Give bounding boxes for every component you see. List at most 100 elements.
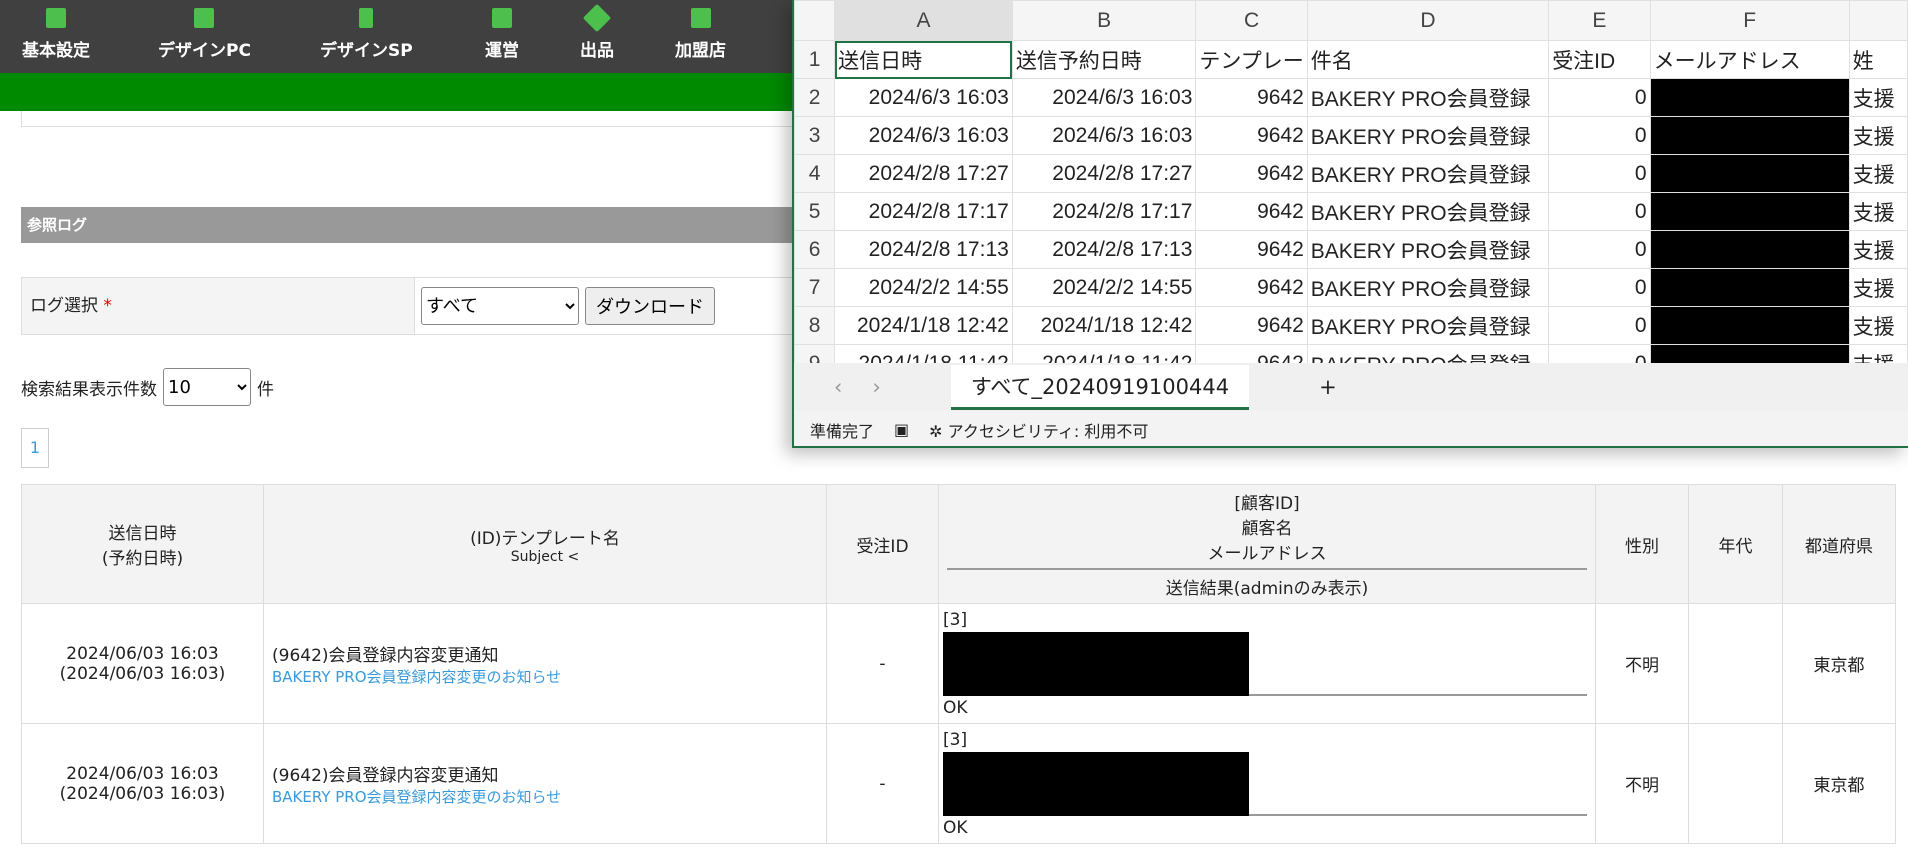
cell[interactable]: 2024/2/8 17:13 <box>834 230 1013 269</box>
subject-link[interactable]: BAKERY PRO会員登録内容変更のお知らせ <box>272 786 826 807</box>
cell[interactable]: BAKERY PRO会員登録 <box>1306 78 1550 117</box>
cell[interactable]: 件名 <box>1306 40 1550 79</box>
cell[interactable]: 受注ID <box>1548 40 1651 79</box>
cell[interactable]: 9642 <box>1195 154 1308 193</box>
cell[interactable]: 2024/1/18 12:42 <box>834 306 1013 345</box>
redacted-cell[interactable] <box>1649 154 1850 193</box>
cell[interactable]: 9642 <box>1195 268 1308 307</box>
cell[interactable]: 姓 <box>1848 40 1908 79</box>
cell[interactable]: 支援 <box>1848 306 1908 345</box>
store-add-icon <box>690 8 711 28</box>
cell[interactable]: 2024/6/3 16:03 <box>1011 116 1197 155</box>
column-header[interactable]: E <box>1548 0 1651 41</box>
cell[interactable]: 支援 <box>1848 192 1908 231</box>
spreadsheet-row: 5 2024/2/8 17:17 2024/2/8 17:17 9642 BAKERY … <box>794 192 1908 231</box>
cell[interactable]: 送信日時 <box>834 40 1013 79</box>
cell[interactable]: 0 <box>1548 230 1651 269</box>
cell[interactable]: 支援 <box>1848 78 1908 117</box>
cell[interactable]: 支援 <box>1848 230 1908 269</box>
cell[interactable]: BAKERY PRO会員登録 <box>1306 268 1550 307</box>
cell[interactable]: 支援 <box>1848 268 1908 307</box>
cell[interactable]: BAKERY PRO会員登録 <box>1306 306 1550 345</box>
cell[interactable]: BAKERY PRO会員登録 <box>1306 192 1550 231</box>
cell[interactable]: 9642 <box>1195 230 1308 269</box>
nav-design-sp[interactable]: デザインSP <box>320 8 413 61</box>
cell[interactable]: 0 <box>1548 116 1651 155</box>
column-header[interactable]: C <box>1195 0 1308 41</box>
prev-sheet-icon[interactable]: ‹ <box>834 375 842 399</box>
nav-basic-settings[interactable]: 基本設定 <box>22 8 90 61</box>
cell[interactable]: 2024/6/3 16:03 <box>1011 78 1197 117</box>
cell[interactable]: 0 <box>1548 78 1651 117</box>
subject-link[interactable]: BAKERY PRO会員登録内容変更のお知らせ <box>272 666 826 687</box>
row-number[interactable]: 3 <box>794 116 836 155</box>
cell[interactable]: 2024/2/8 17:17 <box>834 192 1013 231</box>
column-header[interactable]: A <box>834 0 1013 41</box>
cell[interactable]: 2024/2/8 17:17 <box>1011 192 1197 231</box>
cell[interactable]: 0 <box>1548 306 1651 345</box>
cell[interactable]: BAKERY PRO会員登録 <box>1306 154 1550 193</box>
sent-cell: 2024/06/03 16:03 (2024/06/03 16:03) <box>21 603 264 724</box>
page-link-1[interactable]: 1 <box>21 428 49 468</box>
cell[interactable]: 支援 <box>1848 116 1908 155</box>
log-select[interactable]: すべて <box>421 287 579 325</box>
cell[interactable]: BAKERY PRO会員登録 <box>1306 116 1550 155</box>
sort-subject[interactable]: Subject < <box>264 549 826 565</box>
column-header[interactable]: B <box>1011 0 1197 41</box>
nav-member-store[interactable]: 加盟店 <box>675 8 726 61</box>
accessibility-status[interactable]: ✲ アクセシビリティ: 利用不可 <box>929 418 1148 442</box>
row-number[interactable]: 6 <box>794 230 836 269</box>
header-text: メールアドレス <box>1207 544 1327 564</box>
cell[interactable]: BAKERY PRO会員登録 <box>1306 230 1550 269</box>
cell[interactable]: 2024/2/2 14:55 <box>1011 268 1197 307</box>
cell[interactable]: 0 <box>1548 268 1651 307</box>
cell[interactable]: 2024/2/8 17:13 <box>1011 230 1197 269</box>
header-text: 送信結果(adminのみ表示) <box>947 568 1587 599</box>
prefecture: 東京都 <box>1782 603 1896 724</box>
cell[interactable]: 2024/2/2 14:55 <box>834 268 1013 307</box>
select-all-corner[interactable] <box>794 0 836 41</box>
nav-operation[interactable]: 運営 <box>485 8 519 61</box>
redacted-cell[interactable] <box>1649 78 1850 117</box>
row-number[interactable]: 5 <box>794 192 836 231</box>
nav-design-pc[interactable]: デザインPC <box>158 8 251 61</box>
download-button[interactable]: ダウンロード <box>585 287 715 325</box>
column-header[interactable]: D <box>1306 0 1550 41</box>
row-number[interactable]: 2 <box>794 78 836 117</box>
result-count-select[interactable]: 10 <box>163 368 251 406</box>
column-header[interactable] <box>1848 0 1908 41</box>
log-select-row: ログ選択 * すべて ダウンロード <box>21 277 821 335</box>
row-number[interactable]: 4 <box>794 154 836 193</box>
redacted-cell[interactable] <box>1649 192 1850 231</box>
row-number[interactable]: 7 <box>794 268 836 307</box>
cell[interactable]: 2024/1/18 12:42 <box>1011 306 1197 345</box>
cell[interactable]: 2024/6/3 16:03 <box>834 116 1013 155</box>
header-text: (予約日時) <box>101 549 184 569</box>
column-header[interactable]: F <box>1649 0 1850 41</box>
nav-listing[interactable]: 出品 <box>580 3 614 61</box>
add-sheet-button[interactable]: + <box>1319 375 1337 399</box>
sheet-tab[interactable]: すべて_20240919100444 <box>950 364 1250 410</box>
cell[interactable]: 送信予約日時 <box>1011 40 1197 79</box>
cell[interactable]: 支援 <box>1848 154 1908 193</box>
cell[interactable]: 2024/2/8 17:27 <box>834 154 1013 193</box>
cell[interactable]: 2024/2/8 17:27 <box>1011 154 1197 193</box>
cell[interactable]: 0 <box>1548 154 1651 193</box>
cell[interactable]: 9642 <box>1195 306 1308 345</box>
redacted-cell[interactable] <box>1649 306 1850 345</box>
cell[interactable]: 0 <box>1548 192 1651 231</box>
row-number[interactable]: 1 <box>794 40 836 79</box>
sliders-icon <box>46 8 66 28</box>
row-number[interactable]: 8 <box>794 306 836 345</box>
macro-record-icon[interactable]: ▣ <box>894 420 909 439</box>
cell[interactable]: 9642 <box>1195 192 1308 231</box>
cell[interactable]: 9642 <box>1195 116 1308 155</box>
cell[interactable]: メールアドレス <box>1649 40 1850 79</box>
redacted-cell[interactable] <box>1649 230 1850 269</box>
redacted-cell[interactable] <box>1649 116 1850 155</box>
cell[interactable]: 2024/6/3 16:03 <box>834 78 1013 117</box>
cell[interactable]: テンプレー <box>1195 40 1308 79</box>
cell[interactable]: 9642 <box>1195 78 1308 117</box>
redacted-cell[interactable] <box>1649 268 1850 307</box>
next-sheet-icon[interactable]: › <box>872 375 880 399</box>
